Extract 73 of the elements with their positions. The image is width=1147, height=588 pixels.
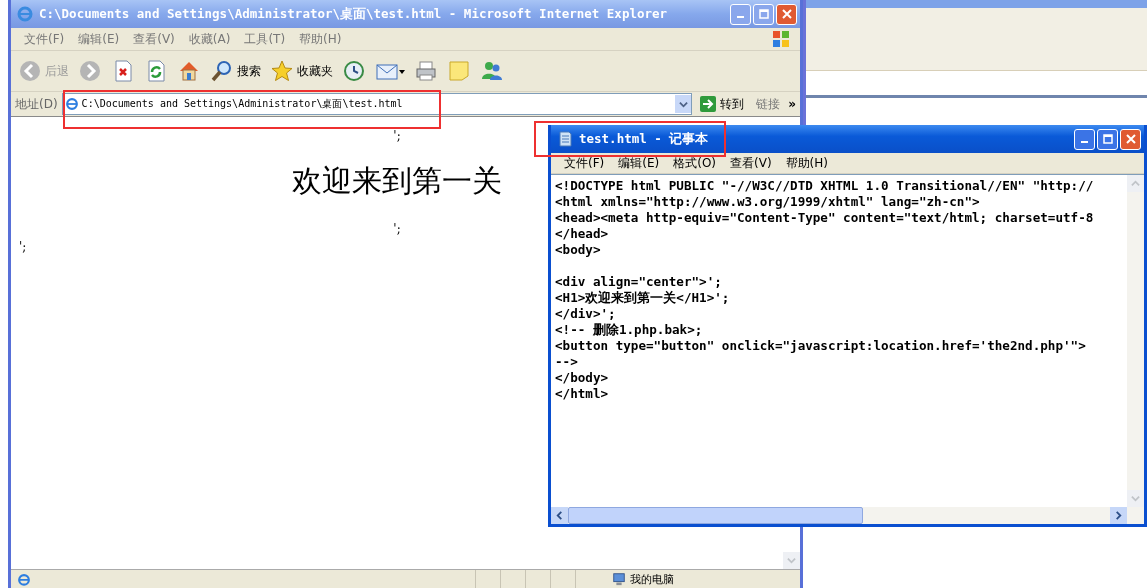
search-icon <box>210 59 234 83</box>
menu-item[interactable]: 文件(F) <box>559 154 610 172</box>
code-line: <div align="center">'; <box>555 274 723 290</box>
menu-item[interactable]: 格式(O) <box>668 154 722 172</box>
page-icon <box>17 572 31 586</box>
code-line: </head> <box>555 226 610 242</box>
code-line: <!-- 删除1.php.bak>; <box>555 322 704 338</box>
minimize-icon <box>1081 141 1088 143</box>
favorites-button[interactable]: 收藏夹 <box>267 57 336 85</box>
menu-item[interactable]: 文件(F) <box>19 30 70 48</box>
code-line: <html xmlns="http://www.w3.org/1999/xhtml" lang="zh-cn"> <box>555 194 981 210</box>
address-label: 地址(D) <box>15 95 58 113</box>
code-line: <H1>欢迎来到第一关</H1>'; <box>555 290 731 306</box>
close-icon <box>1125 134 1136 144</box>
links-button[interactable]: 链接 <box>752 95 785 113</box>
page-text: '; <box>392 222 402 236</box>
window-title: test.html - 记事本 <box>579 130 710 148</box>
code-line: </div>'; <box>555 306 617 322</box>
close-button[interactable] <box>1120 128 1141 150</box>
scrollbar-thumb[interactable] <box>568 507 863 524</box>
notepad-icon <box>557 131 573 147</box>
menu-item[interactable]: 编辑(E) <box>613 154 665 172</box>
computer-icon <box>612 572 626 586</box>
people-icon <box>480 59 504 83</box>
code-line: <button type="button" onclick="javascript:location.href='the2nd.php'"> <box>555 338 1087 354</box>
page-heading: 欢迎来到第一关 <box>291 162 503 200</box>
chevron-up-icon <box>1131 179 1140 188</box>
star-icon <box>270 59 294 83</box>
search-button[interactable]: 搜索 <box>207 57 264 85</box>
windows-logo-icon <box>770 29 792 49</box>
browser-icon <box>17 6 33 22</box>
minimize-icon <box>737 16 744 18</box>
menu-item[interactable]: 编辑(E) <box>73 30 125 48</box>
menu-item[interactable]: 帮助(H) <box>780 154 833 172</box>
chevron-down-icon <box>678 99 688 109</box>
menu-item[interactable]: 帮助(H) <box>294 30 347 48</box>
printer-icon <box>414 59 438 83</box>
minimize-button[interactable] <box>1074 128 1095 150</box>
code-line: <body> <box>555 242 602 258</box>
page-icon <box>64 97 79 111</box>
maximize-button[interactable] <box>753 3 774 25</box>
minimize-button[interactable] <box>730 3 751 25</box>
menu-item[interactable]: 收藏(A) <box>183 30 236 48</box>
close-button[interactable] <box>776 3 797 25</box>
address-field[interactable]: C:\Documents and Settings\Administrator\桌面\test.html <box>61 93 693 115</box>
code-line: <!DOCTYPE html PUBLIC "-//W3C//DTD XHTML 1.0 Transitional//EN" "http:// <box>555 178 1095 194</box>
zone-label: 我的电脑 <box>630 571 674 587</box>
code-line: <head><meta http-equiv="Content-Type" content="text/html; charset=utf-8 <box>555 210 1095 226</box>
chevron-right-icon <box>1114 511 1123 520</box>
chevron-down-icon <box>1131 494 1140 503</box>
code-line: --> <box>555 354 579 370</box>
chevron-left-icon <box>555 511 564 520</box>
more-button[interactable]: » <box>788 97 796 111</box>
window-title: C:\Documents and Settings\Administrator\桌面\test.html - Microsoft Internet Explorer <box>39 5 669 23</box>
menu-item[interactable]: 工具(T) <box>239 30 291 48</box>
dropdown-button[interactable] <box>675 95 692 113</box>
page-text: '; <box>392 129 402 143</box>
code-line: </body> <box>555 370 610 386</box>
page-text: '; <box>19 240 28 254</box>
scroll-left-button[interactable] <box>551 507 568 524</box>
chevron-down-icon <box>787 556 796 565</box>
code-line: </html> <box>555 386 610 402</box>
menu-item[interactable]: 查看(V) <box>128 30 180 48</box>
menu-item[interactable]: 查看(V) <box>725 154 777 172</box>
close-icon <box>781 9 792 19</box>
maximize-icon <box>1102 134 1113 144</box>
clock-icon <box>342 59 366 83</box>
go-button[interactable]: 转到 <box>696 95 749 113</box>
arrow-icon <box>700 96 717 112</box>
scroll-right-button[interactable] <box>1110 507 1127 524</box>
note-icon <box>447 59 471 83</box>
maximize-button[interactable] <box>1097 128 1118 150</box>
maximize-icon <box>758 9 769 19</box>
